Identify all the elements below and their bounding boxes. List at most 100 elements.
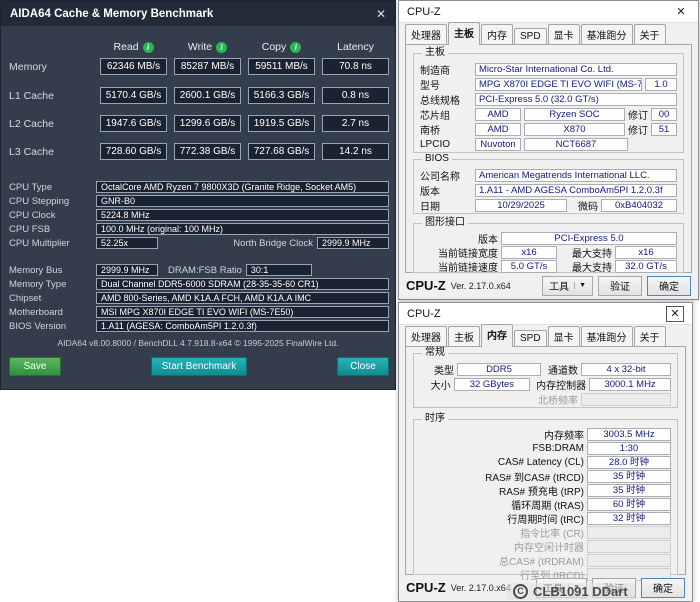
timing-label: 指令比率 (CR) [420, 525, 584, 540]
tools-button[interactable]: 工具▼ [542, 276, 593, 296]
tab-mainboard[interactable]: 主板 [448, 22, 480, 45]
column-header-latency: Latency [322, 41, 389, 53]
close-icon[interactable]: ✕ [376, 7, 386, 21]
field-label: 总线规格 [420, 92, 472, 107]
group-general: 常规 类型 DDR5 通道数 4 x 32-bit 大小 32 GBytes 内… [413, 353, 678, 408]
row-dram-idle-timer: 内存空闲计时器 [420, 540, 671, 553]
channels-label: 通道数 [548, 362, 578, 377]
row-mem-size: 大小 32 GBytes 内存控制器 3000.1 MHz [420, 377, 671, 391]
lpcio-model-field: NCT6687 [524, 138, 628, 151]
timing-label: RAS# 预充电 (tRP) [420, 483, 584, 498]
tab-graphics[interactable]: 显卡 [548, 326, 580, 347]
info-row-bios-version: BIOS Version 1.A11 (AGESA: ComboAm5PI 1.… [9, 320, 389, 332]
close-button[interactable]: Close [337, 357, 389, 376]
tab-graphics[interactable]: 显卡 [548, 24, 580, 45]
bench-value-read: 5170.4 GB/s [100, 87, 167, 104]
chipset-rev-field: 00 [651, 108, 677, 121]
row-gfx-link-width: 当前链接宽度 x16 最大支持 x16 [420, 246, 677, 259]
row-tras: 循环周期 (tRAS) 60 时钟 [420, 498, 671, 511]
timing-value-field: 1:30 [587, 442, 671, 455]
validate-button[interactable]: 验证 [598, 276, 642, 296]
bench-value-latency: 2.7 ns [322, 115, 389, 132]
field-label: 芯片组 [420, 107, 472, 122]
tab-mainboard[interactable]: 主板 [448, 326, 480, 347]
close-icon[interactable]: ✕ [666, 306, 684, 322]
cpuz-memory-window: CPU-Z ✕ 处理器 主板 内存 SPD 显卡 基准跑分 关于 常规 类型 D… [398, 302, 693, 602]
tab-memory[interactable]: 内存 [481, 324, 513, 347]
tab-spd[interactable]: SPD [514, 330, 547, 347]
save-button[interactable]: Save [9, 357, 61, 376]
info-icon[interactable]: i [216, 42, 227, 53]
info-value: 100.0 MHz (original: 100 MHz) [96, 223, 389, 235]
info-icon[interactable]: i [290, 42, 301, 53]
timing-value-field: 60 时钟 [587, 498, 671, 511]
tab-about[interactable]: 关于 [634, 326, 666, 347]
ok-button[interactable]: 确定 [647, 276, 691, 296]
copyright-circle-icon: C [513, 584, 528, 599]
northbridge-freq-label: 北桥频率 [538, 392, 578, 407]
column-header-copy: Copyi [248, 41, 315, 53]
row-label: L2 Cache [9, 118, 93, 130]
info-icon[interactable]: i [143, 42, 154, 53]
timing-value-field: 32 时钟 [587, 512, 671, 525]
info-value: 52.25x [96, 237, 158, 249]
column-header-read: Readi [100, 41, 167, 53]
model-rev-field: 1.0 [645, 78, 677, 91]
bench-value-latency: 70.8 ns [322, 58, 389, 75]
southbridge-vendor-field: AMD [475, 123, 521, 136]
info-row-memory-bus: Memory Bus 2999.9 MHz DRAM:FSB Ratio 30:… [9, 264, 389, 276]
info-label: CPU FSB [9, 224, 92, 235]
window-title: AIDA64 Cache & Memory Benchmark [10, 8, 213, 20]
info-value: Dual Channel DDR5-6000 SDRAM (28-35-35-6… [96, 278, 389, 290]
start-benchmark-button[interactable]: Start Benchmark [151, 357, 247, 376]
group-legend: 主板 [422, 48, 448, 58]
row-trcd: RAS# 到CAS# (tRCD) 35 时钟 [420, 470, 671, 483]
tab-spd[interactable]: SPD [514, 28, 547, 45]
info-row-memory-type: Memory Type Dual Channel DDR5-6000 SDRAM… [9, 278, 389, 290]
chevron-down-icon[interactable]: ▼ [574, 282, 586, 289]
chipset-vendor-field: AMD [475, 108, 521, 121]
bench-value-read: 1947.6 GB/s [100, 115, 167, 132]
timing-value-field [587, 526, 671, 539]
tab-bench[interactable]: 基准跑分 [581, 326, 633, 347]
bench-value-latency: 0.8 ns [322, 87, 389, 104]
info-row-cpu-clock: CPU Clock 5224.8 MHz [9, 209, 389, 221]
info-value: OctalCore AMD Ryzen 7 9800X3D (Granite R… [96, 181, 389, 193]
cpuz-logo: CPU-Z [406, 278, 446, 293]
row-mem-type: 类型 DDR5 通道数 4 x 32-bit [420, 362, 671, 376]
row-cas-latency: CAS# Latency (CL) 28.0 时钟 [420, 456, 671, 469]
info-value: 2999.9 MHz [317, 237, 389, 249]
info-row-cpu-multiplier: CPU Multiplier 52.25x North Bridge Clock… [9, 237, 389, 249]
tab-cpu[interactable]: 处理器 [405, 326, 447, 347]
aida64-benchmark-window: AIDA64 Cache & Memory Benchmark ✕ Readi … [0, 0, 396, 390]
timing-value-field [587, 540, 671, 553]
close-icon[interactable]: ✕ [672, 4, 690, 20]
bios-brand-field: American Megatrends International LLC. [475, 169, 677, 182]
model-field: MPG X870I EDGE TI EVO WIFI (MS-7E5 [475, 78, 642, 91]
field-label: 公司名称 [420, 168, 472, 183]
info-row-cpu-stepping: CPU Stepping GNR-B0 [9, 195, 389, 207]
row-trdram: 总CAS# (tRDRAM) [420, 554, 671, 567]
memory-type-field: DDR5 [457, 363, 541, 376]
tab-bench[interactable]: 基准跑分 [581, 24, 633, 45]
tab-memory[interactable]: 内存 [481, 24, 513, 45]
timing-label: FSB:DRAM [420, 443, 584, 454]
column-label: Copy [262, 41, 287, 53]
lpcio-vendor-field: Nuvoton [475, 138, 521, 151]
row-label: L1 Cache [9, 90, 93, 102]
titlebar: CPU-Z ✕ [399, 303, 692, 325]
tab-cpu[interactable]: 处理器 [405, 24, 447, 45]
timing-label: RAS# 到CAS# (tRCD) [420, 469, 584, 484]
field-label: 类型 [420, 362, 454, 377]
tab-about[interactable]: 关于 [634, 24, 666, 45]
bench-value-write: 2600.1 GB/s [174, 87, 241, 104]
field-label: 制造商 [420, 62, 472, 77]
column-header-write: Writei [174, 41, 241, 53]
group-legend: 时序 [422, 414, 448, 424]
row-northbridge-freq: 北桥频率 [420, 392, 671, 406]
timing-value-field: 28.0 时钟 [587, 456, 671, 469]
ok-button[interactable]: 确定 [641, 578, 685, 598]
info-label: Chipset [9, 293, 92, 304]
row-bios-date: 日期 10/29/2025 微码 0xB404032 [420, 198, 677, 212]
bench-value-write: 772.38 GB/s [174, 143, 241, 160]
